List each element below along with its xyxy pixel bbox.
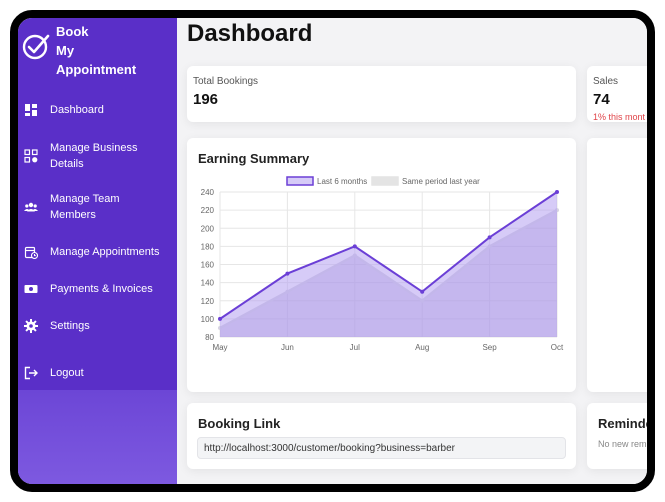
y-tick-label: 220 bbox=[201, 206, 215, 215]
side-chart-card bbox=[587, 138, 647, 392]
sidebar-item-label: Logout bbox=[50, 367, 84, 379]
data-point bbox=[555, 190, 559, 194]
x-tick-label: Jul bbox=[350, 343, 360, 352]
team-icon bbox=[24, 202, 38, 212]
payment-icon bbox=[24, 285, 38, 293]
card-title: Booking Link bbox=[198, 416, 281, 431]
gear-icon bbox=[24, 319, 38, 333]
data-point bbox=[487, 235, 492, 240]
sidebar-item-label: Dashboard bbox=[50, 104, 104, 116]
sidebar-item-label: Payments & Invoices bbox=[50, 283, 153, 295]
page-title: Dashboard bbox=[187, 20, 313, 47]
check-circle-icon bbox=[22, 34, 50, 60]
legend-swatch bbox=[286, 176, 314, 186]
legend-swatch bbox=[371, 176, 399, 186]
brand-line-1: Book bbox=[56, 24, 89, 39]
logout-icon bbox=[24, 366, 38, 380]
sidebar-item-label: Settings bbox=[50, 320, 90, 332]
earning-chart: 80 100 120 140 160 180 200 220 240 May Jun Jul Aug Se… bbox=[201, 176, 564, 352]
stat-change-note: 1% this mont bbox=[593, 112, 646, 122]
data-point bbox=[218, 316, 222, 321]
brand[interactable]: Book My Appointment bbox=[22, 22, 136, 79]
brand-line-2: My bbox=[56, 43, 75, 58]
dashboard-icon bbox=[25, 104, 37, 116]
sidebar-item-label: Manage Business Details bbox=[50, 142, 138, 170]
reminders-empty-text: No new rem bbox=[598, 439, 647, 449]
data-point bbox=[352, 244, 357, 249]
y-tick-label: 140 bbox=[201, 279, 215, 288]
x-tick-label: Jun bbox=[281, 343, 294, 352]
x-tick-label: Sep bbox=[482, 343, 497, 352]
legend-label: Last 6 months bbox=[317, 177, 367, 186]
y-tick-label: 200 bbox=[201, 224, 215, 233]
x-tick-label: Oct bbox=[551, 343, 564, 352]
sidebar-item-label: Manage Appointments bbox=[50, 246, 160, 258]
legend-label: Same period last year bbox=[402, 177, 480, 186]
reminders-card: Reminde No new rem bbox=[587, 403, 653, 469]
business-icon bbox=[24, 149, 38, 163]
y-tick-label: 160 bbox=[201, 261, 215, 270]
total-bookings-card: Total Bookings 196 bbox=[187, 66, 576, 122]
stat-value: 196 bbox=[193, 91, 219, 108]
data-point bbox=[285, 271, 290, 276]
screen: Book My Appointment Dashboard Manage Bus… bbox=[0, 0, 665, 502]
y-tick-label: 180 bbox=[201, 242, 215, 251]
calendar-icon bbox=[24, 246, 38, 259]
sidebar-item-dashboard[interactable]: Dashboard bbox=[24, 102, 174, 118]
x-tick-label: Aug bbox=[415, 343, 429, 352]
y-tick-label: 100 bbox=[201, 315, 215, 324]
earning-summary-card: Earning Summary 80 100 120 140 160 180 200 220 2… bbox=[187, 138, 576, 392]
app-window: Book My Appointment Dashboard Manage Bus… bbox=[10, 10, 655, 492]
sidebar: Book My Appointment Dashboard Manage Bus… bbox=[18, 18, 177, 484]
sidebar-item-settings[interactable]: Settings bbox=[24, 318, 174, 334]
y-tick-label: 240 bbox=[201, 188, 215, 197]
sidebar-item-team[interactable]: Manage Team Members bbox=[24, 191, 174, 223]
sidebar-item-payments[interactable]: Payments & Invoices bbox=[24, 281, 174, 297]
stat-value: 74 bbox=[593, 91, 610, 108]
card-title: Reminde bbox=[598, 416, 653, 431]
booking-link-field[interactable]: http://localhost:3000/customer/booking?b… bbox=[197, 437, 566, 459]
main-content: Dashboard Total Bookings 196 Sales 74 1%… bbox=[177, 18, 647, 484]
sidebar-item-appointments[interactable]: Manage Appointments bbox=[24, 244, 174, 260]
sales-card: Sales 74 1% this mont bbox=[587, 66, 647, 122]
data-point bbox=[420, 289, 425, 294]
x-tick-label: May bbox=[212, 343, 227, 352]
sidebar-item-business[interactable]: Manage Business Details bbox=[24, 140, 174, 172]
sidebar-footer bbox=[18, 390, 177, 484]
sidebar-item-label: Manage Team Members bbox=[50, 193, 120, 221]
brand-line-3: Appointment bbox=[56, 62, 137, 77]
stat-label: Sales bbox=[593, 76, 619, 87]
stat-label: Total Bookings bbox=[193, 76, 259, 87]
sidebar-item-logout[interactable]: Logout bbox=[24, 365, 174, 381]
booking-link-card: Booking Link http://localhost:3000/custo… bbox=[187, 403, 576, 469]
y-tick-label: 120 bbox=[201, 297, 215, 306]
y-tick-label: 80 bbox=[205, 333, 214, 342]
